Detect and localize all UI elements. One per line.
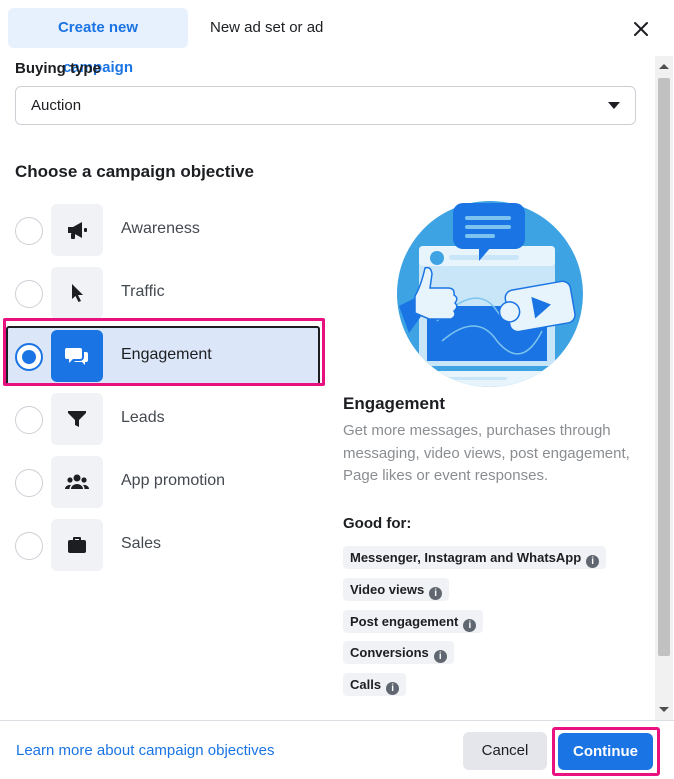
footer-divider: [0, 720, 674, 721]
objective-label: App promotion: [121, 472, 226, 489]
objective-sales[interactable]: Sales: [6, 515, 320, 575]
tag-label: Messenger, Instagram and WhatsApp: [350, 550, 582, 565]
objective-icon-box: [51, 393, 103, 445]
objective-icon-box: [51, 204, 103, 256]
tag-label: Post engagement: [350, 614, 459, 629]
detail-title: Engagement: [343, 394, 446, 413]
filter-icon: [68, 411, 86, 427]
objective-label: Traffic: [121, 283, 165, 300]
good-for-label: Good for:: [343, 515, 412, 532]
objective-section-title: Choose a campaign objective: [15, 162, 255, 181]
megaphone-icon: [68, 222, 87, 239]
objective-leads[interactable]: Leads: [6, 389, 320, 449]
chevron-down-icon: [608, 102, 620, 109]
detail-description: Get more messages, purchases through mes…: [343, 422, 630, 484]
chat-bubbles-icon: [65, 348, 88, 365]
objective-label: Engagement: [121, 346, 212, 363]
objective-icon-box: [51, 267, 103, 319]
info-icon[interactable]: i: [586, 555, 600, 568]
objective-label: Awareness: [121, 220, 200, 237]
dialog-body: Buying type Auction Choose a campaign ob…: [0, 56, 654, 720]
tag-label: Calls: [350, 677, 382, 692]
objective-app-promotion[interactable]: App promotion: [6, 452, 320, 512]
good-for-tag: Conversions i: [343, 641, 454, 664]
tab-create-new-campaign[interactable]: Create new campaign: [8, 8, 188, 76]
good-for-tag: Video views i: [343, 578, 450, 601]
radio-awareness[interactable]: [15, 217, 43, 245]
radio-traffic[interactable]: [15, 280, 43, 308]
tab-new-ad-set-or-ad[interactable]: New ad set or ad: [197, 8, 336, 48]
objective-icon-box: [51, 519, 103, 571]
tag-label: Video views: [350, 582, 425, 597]
info-icon[interactable]: i: [433, 650, 447, 663]
info-icon[interactable]: i: [463, 619, 477, 632]
info-icon[interactable]: i: [429, 587, 443, 600]
objective-engagement[interactable]: Engagement: [6, 326, 320, 386]
info-icon[interactable]: i: [386, 682, 400, 695]
objective-label: Leads: [121, 409, 165, 426]
scroll-up-icon[interactable]: [659, 64, 669, 69]
objective-icon-box: [51, 456, 103, 508]
learn-more-link[interactable]: Learn more about campaign objectives: [16, 742, 275, 759]
radio-leads[interactable]: [15, 406, 43, 434]
campaign-dialog: Create new campaign New ad set or ad Buy…: [0, 0, 674, 779]
radio-engagement[interactable]: [15, 343, 43, 371]
radio-sales[interactable]: [15, 532, 43, 560]
objective-awareness[interactable]: Awareness: [6, 200, 320, 260]
people-icon: [64, 474, 90, 489]
scroll-down-icon[interactable]: [659, 707, 669, 712]
good-for-tag: Calls i: [343, 673, 407, 696]
close-button[interactable]: [626, 14, 656, 44]
close-icon: [634, 22, 648, 36]
buying-type-select[interactable]: Auction: [15, 86, 636, 125]
buying-type-value: Auction: [31, 97, 82, 114]
good-for-tag: Post engagement i: [343, 610, 484, 633]
good-for-tag: Messenger, Instagram and WhatsApp i: [343, 546, 607, 569]
objective-icon-box: [51, 330, 103, 382]
radio-app-promotion[interactable]: [15, 469, 43, 497]
objective-traffic[interactable]: Traffic: [6, 263, 320, 323]
continue-button[interactable]: Continue: [558, 733, 653, 770]
scrollbar[interactable]: [655, 56, 673, 720]
cursor-icon: [72, 284, 83, 302]
objective-label: Sales: [121, 535, 162, 552]
buying-type-label: Buying type: [15, 60, 101, 77]
tag-label: Conversions: [350, 645, 429, 660]
briefcase-icon: [68, 537, 86, 553]
cancel-button[interactable]: Cancel: [463, 732, 547, 770]
scroll-thumb[interactable]: [658, 78, 670, 656]
engagement-illustration: [397, 201, 583, 387]
